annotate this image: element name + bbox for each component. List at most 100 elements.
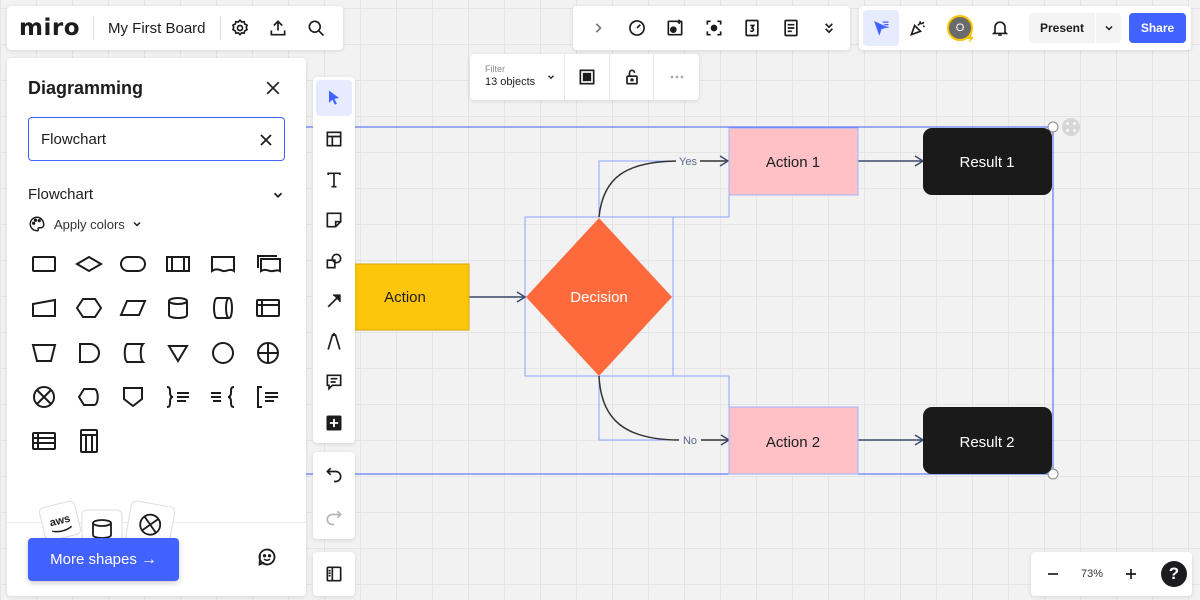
apply-colors-dropdown[interactable]: Apply colors: [28, 215, 143, 233]
card-button[interactable]: [656, 6, 695, 50]
shape-table-rows[interactable]: [29, 426, 59, 456]
resize-handle-top-right[interactable]: [1048, 122, 1058, 132]
shape-stored-data[interactable]: [118, 338, 148, 368]
shape-internal-storage[interactable]: [253, 293, 283, 323]
reactions-button[interactable]: [863, 10, 899, 46]
feedback-button[interactable]: [255, 545, 279, 569]
celebrate-button[interactable]: [899, 10, 937, 46]
shapes-tool[interactable]: [313, 241, 355, 282]
shape-manual-input[interactable]: [29, 293, 59, 323]
lock-button[interactable]: [610, 54, 655, 100]
timer-button[interactable]: [618, 6, 657, 50]
miro-logo[interactable]: miro: [7, 15, 93, 41]
zoom-in-button[interactable]: [1109, 552, 1153, 596]
shape-table-columns[interactable]: [74, 426, 104, 456]
shape-search-input[interactable]: [41, 129, 241, 149]
undo-button[interactable]: [313, 452, 355, 495]
share-button[interactable]: Share: [1129, 13, 1186, 43]
shape-merge[interactable]: [163, 338, 193, 368]
double-chevron-down-icon: [819, 18, 839, 38]
plus-icon: [1121, 564, 1141, 584]
connector-decision-action2[interactable]: [599, 376, 728, 440]
cylinder-shape-icon: [164, 294, 192, 322]
text-tool[interactable]: [313, 160, 355, 201]
present-options-button[interactable]: [1095, 13, 1121, 43]
redo-button[interactable]: [313, 495, 355, 538]
triangle-down-shape-icon: [164, 339, 192, 367]
more-apps-tool[interactable]: [313, 403, 355, 444]
shape-brace-right[interactable]: [163, 382, 193, 412]
export-button[interactable]: [259, 6, 297, 50]
close-panel-button[interactable]: [261, 76, 285, 100]
shape-delay[interactable]: [74, 338, 104, 368]
chevron-down-icon[interactable]: [271, 188, 285, 202]
templates-tool[interactable]: [313, 119, 355, 160]
shape-off-page-connector[interactable]: [118, 382, 148, 412]
edge-label-no[interactable]: No: [683, 435, 697, 447]
node-action-label: Action: [384, 289, 426, 306]
search-button[interactable]: [297, 6, 335, 50]
pen-icon: [324, 332, 344, 352]
shape-or[interactable]: [253, 338, 283, 368]
focus-button[interactable]: [695, 6, 734, 50]
filter-dropdown[interactable]: Filter 13 objects: [470, 54, 565, 100]
shape-preparation[interactable]: [74, 293, 104, 323]
connector-decision-action1[interactable]: [599, 161, 727, 217]
shape-predefined-process[interactable]: [163, 249, 193, 279]
shape-brace-left[interactable]: [208, 382, 238, 412]
avatar[interactable]: O: [947, 15, 973, 41]
calendar-button[interactable]: [733, 6, 772, 50]
chevron-down-icon: [131, 218, 143, 230]
hexagon-shape-icon: [75, 294, 103, 322]
minus-icon: [1043, 564, 1063, 584]
clear-search-button[interactable]: [256, 130, 276, 150]
settings-button[interactable]: [221, 6, 259, 50]
calendar-icon: [742, 18, 762, 38]
shape-data[interactable]: [118, 293, 148, 323]
move-handle-icon[interactable]: [1062, 118, 1080, 136]
present-button[interactable]: Present: [1029, 13, 1095, 43]
notes-button[interactable]: [772, 6, 811, 50]
create-frame-button[interactable]: [565, 54, 610, 100]
help-button[interactable]: ?: [1161, 561, 1187, 587]
frames-panel-button[interactable]: [313, 552, 355, 596]
notifications-button[interactable]: [981, 10, 1019, 46]
zoom-level[interactable]: 73%: [1075, 568, 1109, 580]
shape-bracket[interactable]: [253, 382, 283, 412]
pen-tool[interactable]: [313, 322, 355, 363]
shape-manual-operation[interactable]: [29, 338, 59, 368]
panel-title: Diagramming: [28, 78, 143, 99]
document-shape-icon: [209, 250, 237, 278]
expand-toolbar-button[interactable]: [579, 6, 618, 50]
card-icon: [665, 18, 685, 38]
shape-document[interactable]: [208, 249, 238, 279]
shape-connector[interactable]: [208, 338, 238, 368]
frames-toolbar: [313, 552, 355, 596]
shape-decision[interactable]: [74, 249, 104, 279]
shape-multiple-documents[interactable]: [253, 249, 283, 279]
shape-process[interactable]: [29, 249, 59, 279]
close-icon: [256, 130, 276, 150]
select-tool[interactable]: [316, 80, 352, 116]
connection-line-tool[interactable]: [313, 281, 355, 322]
bell-icon: [990, 18, 1010, 38]
more-shapes-label: More shapes: [50, 551, 137, 568]
shape-summing-junction[interactable]: [29, 382, 59, 412]
shapes-icon: [324, 251, 344, 271]
zoom-out-button[interactable]: [1031, 552, 1075, 596]
shape-display[interactable]: [74, 382, 104, 412]
more-shapes-button[interactable]: More shapes →: [28, 538, 179, 581]
rectangle-shape-icon: [30, 250, 58, 278]
shape-database[interactable]: [163, 293, 193, 323]
present-group: Present: [1029, 13, 1121, 43]
board-name[interactable]: My First Board: [94, 20, 220, 37]
section-title[interactable]: Flowchart: [28, 186, 93, 203]
comment-tool[interactable]: [313, 362, 355, 403]
more-options-button[interactable]: [654, 54, 699, 100]
shape-terminator[interactable]: [118, 249, 148, 279]
edge-label-yes[interactable]: Yes: [679, 156, 697, 168]
more-tools-button[interactable]: [810, 6, 849, 50]
sticky-note-tool[interactable]: [313, 200, 355, 241]
circle-plus-shape-icon: [254, 339, 282, 367]
shape-direct-access-storage[interactable]: [208, 293, 238, 323]
